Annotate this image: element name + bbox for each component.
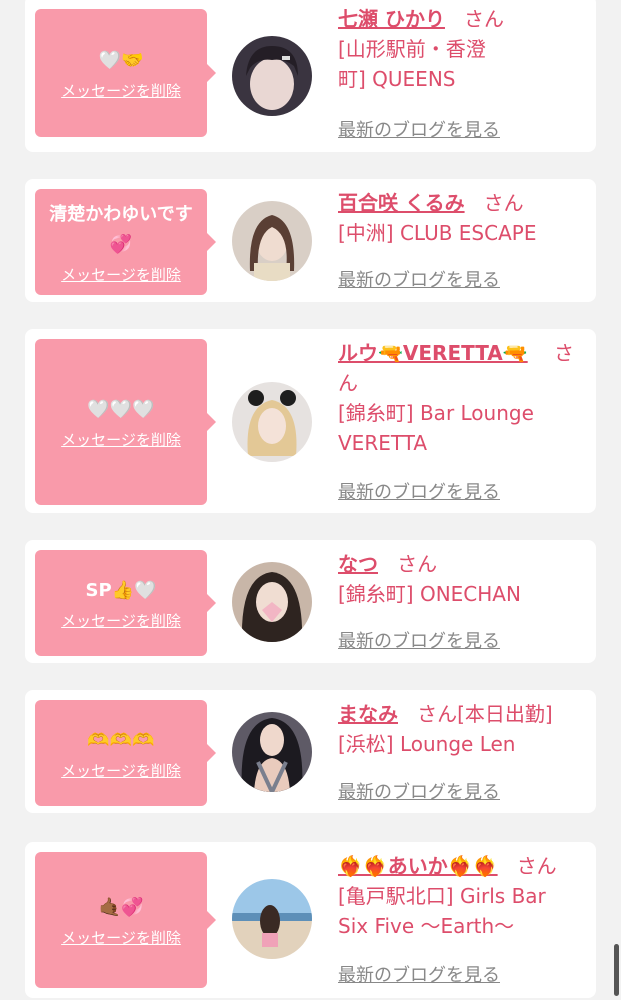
delete-message-link[interactable]: メッセージを削除 — [61, 927, 181, 948]
honorific-cont: ん — [338, 371, 358, 395]
favorite-card: 🤙🏾💞 メッセージを削除 ❤️‍🔥❤️‍🔥あいか❤️‍🔥❤️‍🔥 さん [亀戸駅… — [25, 842, 596, 998]
message-text: 🤍🤍🤍 — [87, 398, 155, 420]
favorite-card: SP👍🤍 メッセージを削除 なつ さん [錦糸町] ONECHAN 最新のブログ… — [25, 540, 596, 663]
shop-name: [亀戸駅北口] Girls Bar — [338, 884, 546, 908]
honorific: さん — [464, 7, 505, 31]
message-text-cont: 💞 — [109, 233, 133, 255]
honorific: さん — [397, 552, 438, 576]
message-text: SP👍🤍 — [85, 579, 157, 601]
shop-name-cont: 町] QUEENS — [338, 67, 456, 91]
message-text: 🤍🤝 — [98, 49, 144, 71]
message-bubble: 🤍🤝 メッセージを削除 — [35, 9, 216, 137]
avatar[interactable] — [232, 382, 312, 462]
cast-name-link[interactable]: 百合咲 くるみ — [338, 191, 465, 215]
message-bubble: 🤍🤍🤍 メッセージを削除 — [35, 339, 216, 505]
message-bubble: 🫶🫶🫶 メッセージを削除 — [35, 700, 216, 806]
favorite-card: 🤍🤍🤍 メッセージを削除 ルウ🔫VERETTA🔫 さ ん [錦糸町] Bar Lo… — [25, 329, 596, 513]
cast-info: なつ さん [錦糸町] ONECHAN — [338, 549, 584, 609]
honorific: さ — [554, 341, 574, 365]
avatar[interactable] — [232, 712, 312, 792]
cast-info: ❤️‍🔥❤️‍🔥あいか❤️‍🔥❤️‍🔥 さん [亀戸駅北口] Girls Bar… — [338, 851, 584, 941]
latest-blog-link[interactable]: 最新のブログを見る — [338, 116, 500, 142]
avatar[interactable] — [232, 36, 312, 116]
delete-message-link[interactable]: メッセージを削除 — [61, 80, 181, 101]
honorific: さん[本日出勤] — [417, 702, 553, 726]
shop-name: [錦糸町] ONECHAN — [338, 582, 521, 606]
avatar[interactable] — [232, 879, 312, 959]
shop-name-cont: VERETTA — [338, 431, 428, 455]
avatar[interactable] — [232, 562, 312, 642]
shop-name-cont: Six Five 〜Earth〜 — [338, 914, 515, 938]
message-text: 🫶🫶🫶 — [87, 729, 155, 751]
message-bubble: SP👍🤍 メッセージを削除 — [35, 550, 216, 656]
delete-message-link[interactable]: メッセージを削除 — [61, 429, 181, 450]
delete-message-link[interactable]: メッセージを削除 — [61, 760, 181, 781]
delete-message-link[interactable]: メッセージを削除 — [61, 264, 181, 285]
favorite-card: 🤍🤝 メッセージを削除 七瀬 ひかり さん [山形駅前・香澄 町] QUEENS… — [25, 0, 596, 152]
honorific: さん — [483, 191, 524, 215]
latest-blog-link[interactable]: 最新のブログを見る — [338, 778, 500, 804]
cast-name-link[interactable]: まなみ — [338, 702, 398, 726]
message-bubble: 清楚かわゆいです 💞 メッセージを削除 — [35, 189, 216, 295]
message-text: 清楚かわゆいです — [49, 203, 193, 225]
favorite-card: 清楚かわゆいです 💞 メッセージを削除 百合咲 くるみ さん [中洲] CLUB… — [25, 179, 596, 302]
latest-blog-link[interactable]: 最新のブログを見る — [338, 961, 500, 987]
shop-name: [山形駅前・香澄 — [338, 37, 486, 61]
favorite-card: 🫶🫶🫶 メッセージを削除 まなみ さん[本日出勤] [浜松] Lounge Le… — [25, 690, 596, 813]
latest-blog-link[interactable]: 最新のブログを見る — [338, 478, 500, 504]
message-text: 🤙🏾💞 — [98, 896, 144, 918]
cast-name-link[interactable]: 七瀬 ひかり — [338, 7, 445, 31]
message-bubble: 🤙🏾💞 メッセージを削除 — [35, 852, 216, 988]
cast-info: まなみ さん[本日出勤] [浜松] Lounge Len — [338, 699, 584, 759]
shop-name: [中洲] CLUB ESCAPE — [338, 221, 537, 245]
avatar[interactable] — [232, 201, 312, 281]
latest-blog-link[interactable]: 最新のブログを見る — [338, 627, 500, 653]
cast-name-link[interactable]: なつ — [338, 552, 378, 576]
scrollbar[interactable] — [614, 944, 619, 996]
cast-info: 七瀬 ひかり さん [山形駅前・香澄 町] QUEENS — [338, 4, 584, 94]
cast-name-link[interactable]: ❤️‍🔥❤️‍🔥あいか❤️‍🔥❤️‍🔥 — [338, 854, 498, 878]
cast-info: ルウ🔫VERETTA🔫 さ ん [錦糸町] Bar Lounge VERETTA — [338, 338, 584, 458]
shop-name: [錦糸町] Bar Lounge — [338, 401, 534, 425]
delete-message-link[interactable]: メッセージを削除 — [61, 610, 181, 631]
latest-blog-link[interactable]: 最新のブログを見る — [338, 266, 500, 292]
cast-name-link[interactable]: ルウ🔫VERETTA🔫 — [338, 341, 528, 365]
cast-info: 百合咲 くるみ さん [中洲] CLUB ESCAPE — [338, 188, 584, 248]
shop-name: [浜松] Lounge Len — [338, 732, 516, 756]
honorific: さん — [516, 854, 557, 878]
